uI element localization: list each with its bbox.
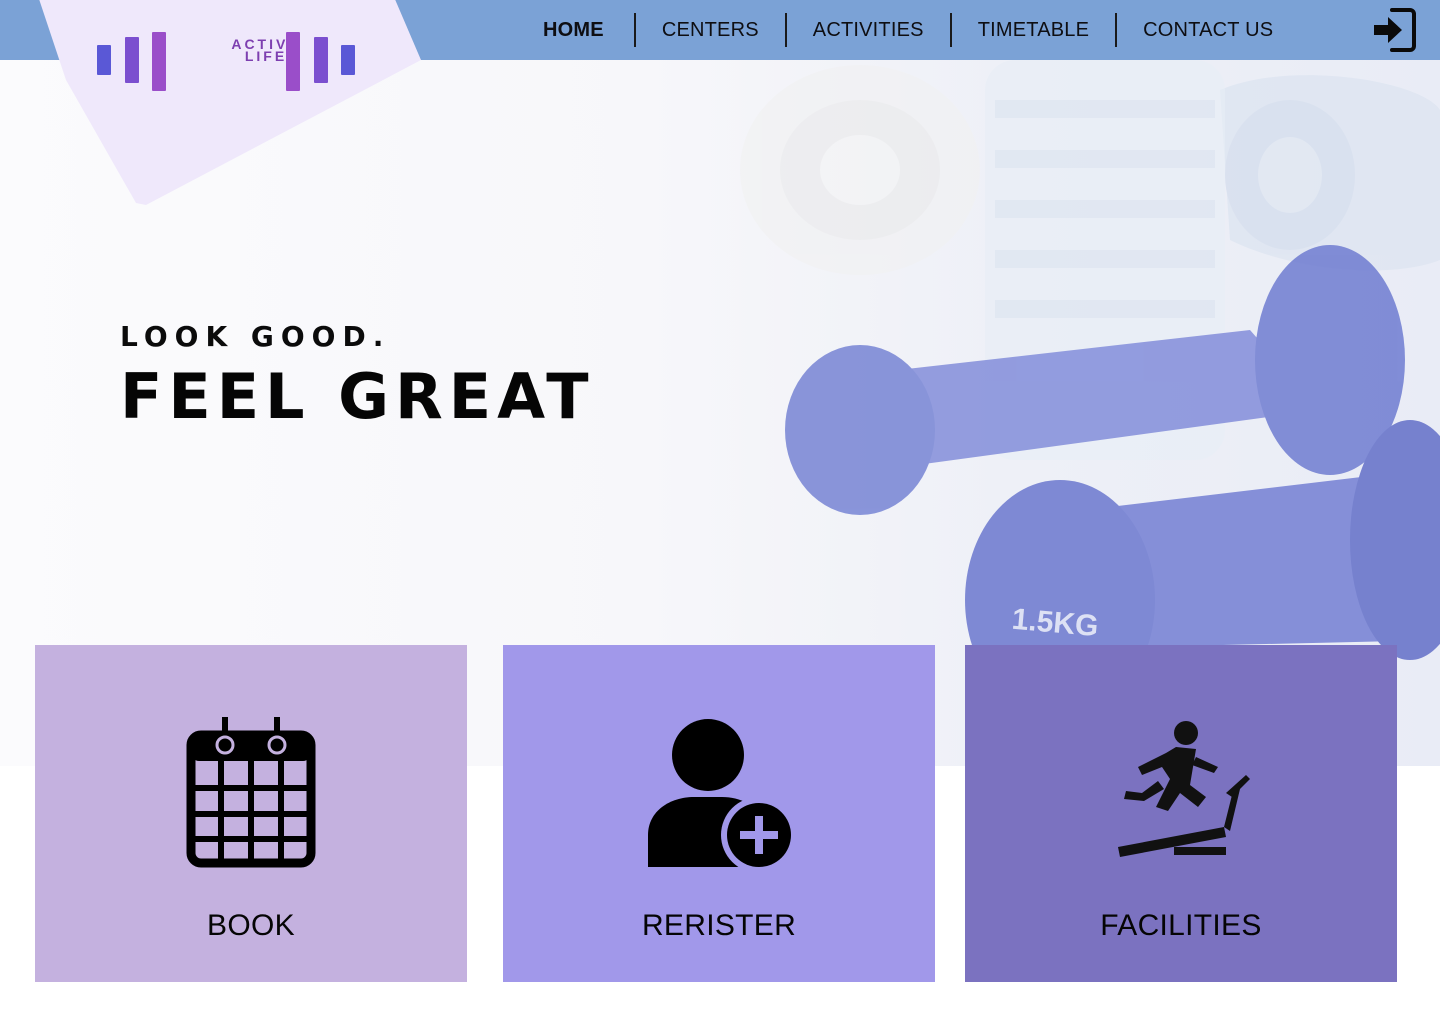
nav-contact-us[interactable]: CONTACT US [1117,13,1299,47]
hero-tagline-large: FEEL GREAT [120,360,595,433]
nav-activities[interactable]: ACTIVITIES [787,13,950,47]
nav-centers[interactable]: CENTERS [636,13,785,47]
book-tile[interactable]: BOOK [35,645,467,982]
facilities-label: FACILITIES [1100,909,1262,942]
treadmill-icon [1118,721,1250,857]
add-user-icon [648,719,794,870]
logo-bar [341,45,355,75]
register-label: RERISTER [641,909,797,942]
nav-timetable[interactable]: TIMETABLE [952,13,1115,47]
book-label: BOOK [207,909,295,942]
logo-bar [125,37,139,83]
login-button[interactable] [1372,6,1418,54]
logo-bar [97,45,111,75]
logo-bar [286,32,300,91]
logo-bar [152,32,166,91]
hero-tagline-small: LOOK GOOD. [120,320,391,353]
sign-in-icon [1374,8,1416,52]
nav-home[interactable]: HOME [515,13,634,47]
facilities-tile[interactable]: FACILITIES [965,645,1397,982]
calendar-icon [186,717,316,868]
nav-menu: HOME CENTERS ACTIVITIES TIMETABLE CONTAC… [515,0,1299,60]
register-tile[interactable]: RERISTER [503,645,935,982]
logo-bar [314,37,328,83]
